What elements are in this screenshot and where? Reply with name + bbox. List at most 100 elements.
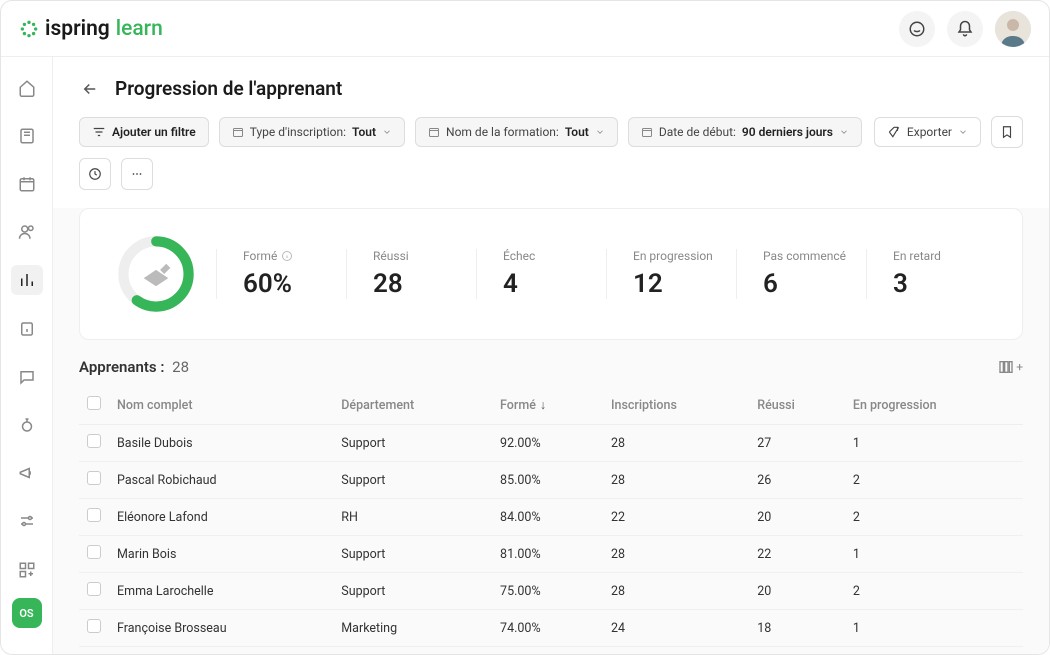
row-checkbox[interactable] [87, 582, 101, 596]
table-row[interactable]: Pascal Robichaud Support 85.00% 28 26 2 [79, 462, 1023, 499]
table-row[interactable]: Basile Dubois Support 92.00% 28 27 1 [79, 425, 1023, 462]
history-button[interactable] [79, 158, 111, 190]
cell-passed: 18 [749, 610, 845, 647]
col-name[interactable]: Nom complet [109, 386, 333, 425]
megaphone-icon[interactable] [11, 458, 43, 488]
cell-name: Basile Dubois [109, 425, 333, 462]
chevron-down-icon [595, 127, 605, 137]
cell-inprog: 2 [845, 499, 1023, 536]
cell-trained: 72.00% [492, 647, 603, 655]
col-enroll[interactable]: Inscriptions [603, 386, 749, 425]
row-checkbox[interactable] [87, 471, 101, 485]
table-row[interactable]: Eléonore Lafond RH 84.00% 22 20 2 [79, 499, 1023, 536]
cell-trained: 85.00% [492, 462, 603, 499]
logo[interactable]: ispring learn [19, 17, 163, 41]
select-all-checkbox[interactable] [87, 396, 101, 410]
stat-trained: Formé 60% [216, 249, 346, 299]
export-button[interactable]: Exporter [874, 117, 981, 147]
info-icon[interactable] [281, 250, 293, 262]
topbar: ispring learn [1, 1, 1049, 57]
table-row[interactable]: Marin Bois Support 81.00% 28 22 1 [79, 536, 1023, 573]
cell-trained: 84.00% [492, 499, 603, 536]
chevron-down-icon [958, 127, 968, 137]
cell-trained: 74.00% [492, 610, 603, 647]
table-row[interactable]: Quentin Lesage RH 72.00% 22 17 3 [79, 647, 1023, 655]
cell-name: Pascal Robichaud [109, 462, 333, 499]
columns-button[interactable]: + [998, 359, 1023, 375]
cell-dept: Support [333, 536, 492, 573]
add-filter-label: Ajouter un filtre [112, 125, 196, 139]
chevron-down-icon [839, 127, 849, 137]
cell-enroll: 28 [603, 425, 749, 462]
archive-icon[interactable] [11, 313, 43, 343]
filter-row: Ajouter un filtre Type d'inscription: To… [79, 116, 1023, 208]
cell-passed: 22 [749, 536, 845, 573]
table-row[interactable]: Emma Larochelle Support 75.00% 28 20 2 [79, 573, 1023, 610]
bookmark-button[interactable] [991, 116, 1023, 148]
add-filter-button[interactable]: Ajouter un filtre [79, 117, 209, 147]
logo-icon [19, 19, 39, 39]
col-dept[interactable]: Département [333, 386, 492, 425]
message-icon[interactable] [11, 362, 43, 392]
learners-title: Apprenants : 28 [79, 358, 189, 376]
donut-chart [106, 231, 206, 317]
home-icon[interactable] [11, 73, 43, 103]
cell-name: Marin Bois [109, 536, 333, 573]
book-icon[interactable] [11, 121, 43, 151]
content: Progression de l'apprenant Ajouter un fi… [53, 57, 1049, 654]
cell-trained: 92.00% [492, 425, 603, 462]
stat-inprogress: En progression 12 [606, 249, 736, 299]
back-button[interactable] [79, 78, 101, 100]
chevron-down-icon [382, 127, 392, 137]
row-checkbox[interactable] [87, 545, 101, 559]
col-inprog[interactable]: En progression [845, 386, 1023, 425]
avatar[interactable] [995, 11, 1031, 47]
cell-passed: 17 [749, 647, 845, 655]
more-button[interactable] [121, 158, 153, 190]
col-passed[interactable]: Réussi [749, 386, 845, 425]
cell-passed: 20 [749, 499, 845, 536]
cell-enroll: 28 [603, 536, 749, 573]
goals-icon[interactable] [11, 410, 43, 440]
stat-notstarted: Pas commencé 6 [736, 249, 866, 299]
cell-dept: Marketing [333, 610, 492, 647]
col-trained[interactable]: Formé↓ [492, 386, 603, 425]
table-row[interactable]: Françoise Brosseau Marketing 74.00% 24 1… [79, 610, 1023, 647]
filter-training-name[interactable]: Nom de la formation: Tout [415, 117, 618, 147]
cell-enroll: 28 [603, 462, 749, 499]
row-checkbox[interactable] [87, 619, 101, 633]
cell-inprog: 2 [845, 462, 1023, 499]
os-badge[interactable]: OS [12, 598, 42, 628]
share-icon [887, 125, 901, 139]
cell-inprog: 3 [845, 647, 1023, 655]
chat-icon[interactable] [899, 11, 935, 47]
stat-failed: Échec 4 [476, 249, 606, 299]
cell-inprog: 1 [845, 610, 1023, 647]
page-header: Progression de l'apprenant Ajouter un fi… [53, 57, 1049, 208]
sliders-icon[interactable] [11, 506, 43, 536]
topbar-actions [899, 11, 1031, 47]
cell-inprog: 1 [845, 425, 1023, 462]
logo-text-learn: learn [116, 17, 163, 41]
stats-card: Formé 60% Réussi 28 Échec 4 En progressi… [79, 208, 1023, 340]
filter-start-date[interactable]: Date de début: 90 derniers jours [628, 117, 862, 147]
bell-icon[interactable] [947, 11, 983, 47]
sort-desc-icon: ↓ [540, 398, 546, 413]
cell-dept: Support [333, 425, 492, 462]
cell-passed: 20 [749, 573, 845, 610]
calendar-icon[interactable] [11, 169, 43, 199]
cell-enroll: 28 [603, 573, 749, 610]
cell-dept: Support [333, 462, 492, 499]
page-title: Progression de l'apprenant [115, 77, 342, 100]
cell-name: Françoise Brosseau [109, 610, 333, 647]
row-checkbox[interactable] [87, 434, 101, 448]
cell-enroll: 24 [603, 610, 749, 647]
stat-late: En retard 3 [866, 249, 996, 299]
apps-icon[interactable] [11, 554, 43, 586]
reports-icon[interactable] [11, 265, 43, 295]
cell-name: Eléonore Lafond [109, 499, 333, 536]
users-icon[interactable] [11, 217, 43, 247]
row-checkbox[interactable] [87, 508, 101, 522]
cell-inprog: 1 [845, 536, 1023, 573]
filter-enroll-type[interactable]: Type d'inscription: Tout [219, 117, 405, 147]
